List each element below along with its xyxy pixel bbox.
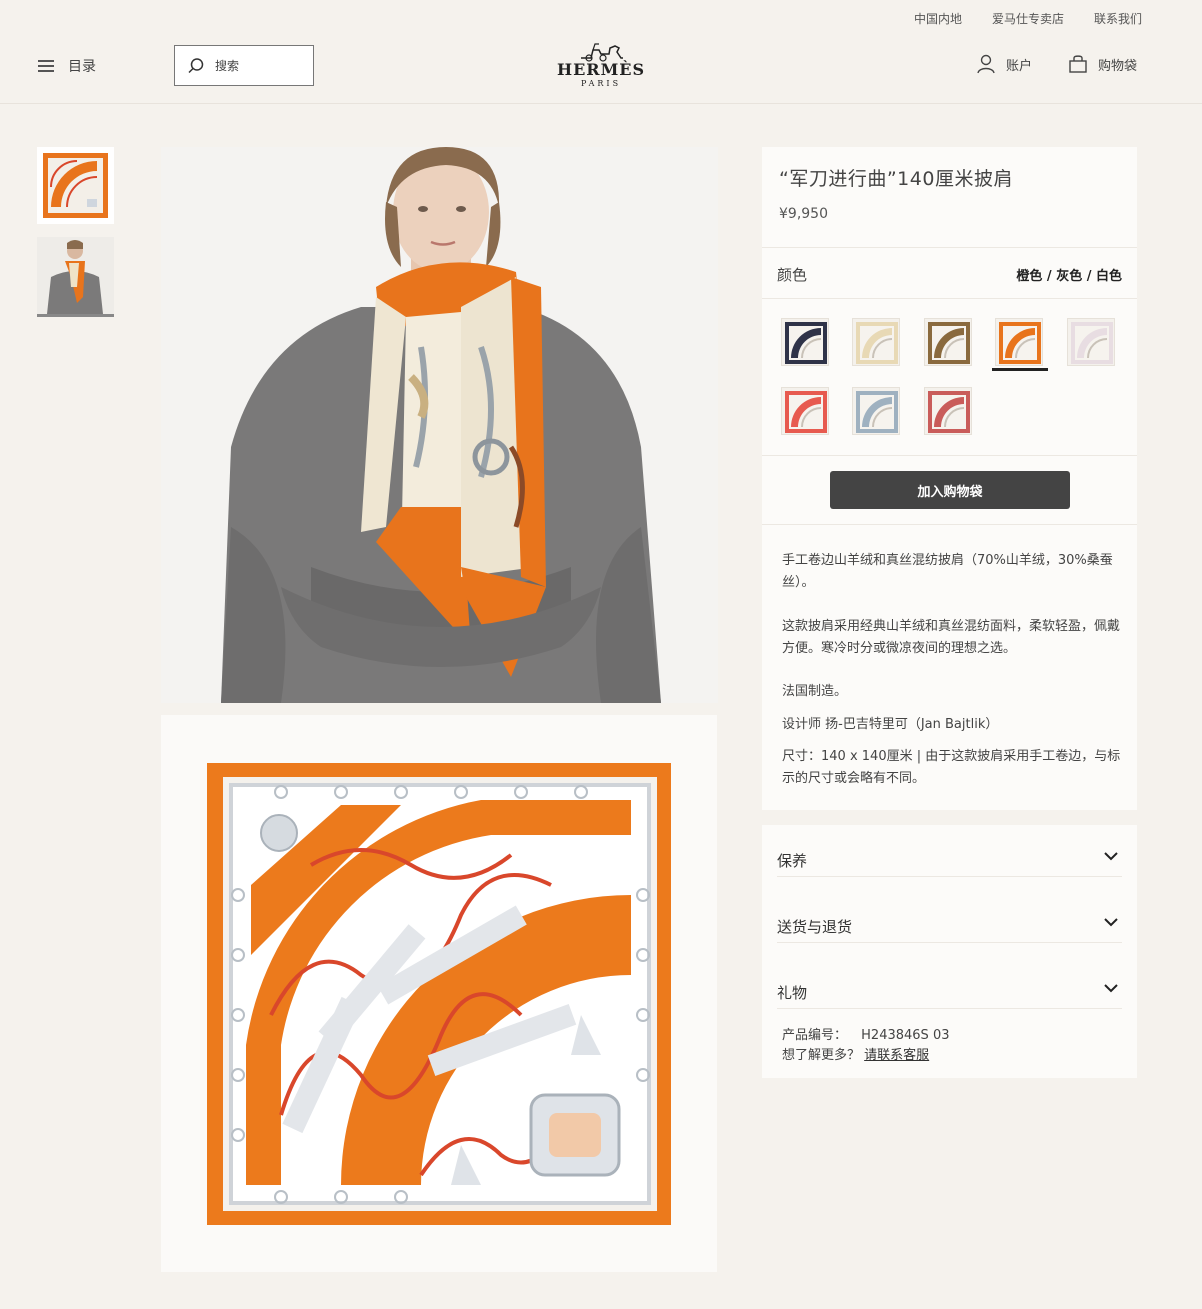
product-price: ¥9,950 [779, 206, 828, 222]
product-image-flat[interactable] [161, 715, 717, 1272]
account-button[interactable]: 账户 [976, 54, 1032, 74]
description-details: 这款披肩采用经典山羊绒和真丝混纺面料，柔软轻盈，佩戴方便。寒冷时分或微凉夜间的理… [782, 619, 1121, 656]
swatch-scarf-icon [856, 391, 898, 433]
accordion-shipping-label: 送货与退货 [777, 918, 853, 936]
color-swatch-blue-grey[interactable] [852, 387, 900, 435]
search-input[interactable] [215, 58, 305, 73]
chevron-down-icon [1104, 852, 1118, 861]
thumbnail-model[interactable] [37, 237, 114, 317]
selected-color-name: 橙色 / 灰色 / 白色 [1016, 269, 1122, 284]
logo-brand: HERMÈS [556, 60, 646, 79]
more-info-label: 想了解更多？ [782, 1048, 861, 1063]
swatch-scarf-icon [1071, 322, 1113, 364]
contact-link[interactable]: 联系我们 [1094, 10, 1142, 27]
description-designer: 设计师 扬-巴吉特里可（Jan Bajtlik） [782, 717, 999, 732]
reference-label: 产品编号： [782, 1028, 848, 1043]
swatch-scarf-icon [856, 322, 898, 364]
menu-label: 目录 [68, 59, 96, 75]
swatch-scarf-icon [785, 391, 827, 433]
description-origin: 法国制造。 [782, 684, 848, 699]
user-icon [977, 54, 995, 74]
chevron-down-icon [1104, 918, 1118, 927]
divider [762, 455, 1137, 456]
contact-line: 想了解更多？ 请联系客服 [782, 1044, 929, 1063]
region-link[interactable]: 中国内地 [914, 10, 962, 27]
reference-value: H243846S 03 [861, 1028, 950, 1043]
divider [762, 247, 1137, 248]
utility-bar: 中国内地 爱马仕专卖店 联系我们 [914, 10, 1142, 27]
divider [762, 298, 1137, 299]
description-size: 尺寸：140 x 140厘米 | 由于这款披肩采用手工卷边，与标示的尺寸或会略有… [782, 749, 1121, 786]
model-thumbnail-image [37, 237, 114, 314]
menu-button[interactable]: 目录 [38, 56, 96, 76]
stores-link[interactable]: 爱马仕专卖店 [992, 10, 1064, 27]
selected-swatch-indicator [992, 368, 1048, 371]
accordion-shipping[interactable]: 送货与退货 [777, 891, 1122, 943]
site-header: 目录 HERMÈS PARIS 账户 购物袋 [0, 28, 1202, 104]
flat-scarf-image [161, 715, 717, 1272]
color-swatch-rose-red[interactable] [924, 387, 972, 435]
scarf-thumbnail-image [43, 153, 108, 218]
product-title: “军刀进行曲”140厘米披肩 [779, 168, 1013, 190]
swatch-scarf-icon [928, 322, 970, 364]
product-reference: 产品编号： H243846S 03 [782, 1024, 949, 1043]
color-swatch-pale-grey-pink[interactable] [1067, 318, 1115, 366]
color-swatch-orange-grey-white[interactable] [995, 318, 1043, 366]
chevron-down-icon [1104, 984, 1118, 993]
accordion-care-label: 保养 [777, 852, 808, 870]
divider [762, 524, 1137, 525]
model-wearing-scarf-image [161, 147, 718, 703]
hermes-logo[interactable]: HERMÈS PARIS [555, 40, 647, 90]
account-label: 账户 [1006, 58, 1033, 74]
color-swatch-red-pink[interactable] [781, 387, 829, 435]
color-swatch-brown-gold[interactable] [924, 318, 972, 366]
product-image-model[interactable] [161, 147, 718, 703]
product-details-accordion: 保养 送货与退货 礼物 产品编号： H243846S 03 想了解更多？ 请联系… [762, 825, 1137, 1078]
contact-service-link[interactable]: 请联系客服 [864, 1048, 929, 1063]
accordion-care[interactable]: 保养 [777, 825, 1122, 877]
swatch-scarf-icon [999, 322, 1041, 364]
thumbnail-scarf[interactable] [37, 147, 114, 224]
logo-city: PARIS [580, 79, 622, 88]
swatch-scarf-icon [785, 322, 827, 364]
search-box[interactable] [174, 45, 314, 86]
color-swatch-beige[interactable] [852, 318, 900, 366]
search-icon [188, 57, 204, 73]
color-swatch-navy-brown[interactable] [781, 318, 829, 366]
carriage-logo-icon [581, 43, 623, 62]
accordion-gift[interactable]: 礼物 [777, 957, 1122, 1009]
accordion-gift-label: 礼物 [777, 984, 808, 1002]
bag-label: 购物袋 [1098, 58, 1138, 74]
color-label: 颜色 [777, 266, 808, 284]
hamburger-icon [38, 60, 54, 72]
add-to-bag-button[interactable]: 加入购物袋 [830, 471, 1070, 509]
product-info-panel: “军刀进行曲”140厘米披肩 ¥9,950 颜色 橙色 / 灰色 / 白色 加入… [762, 147, 1137, 810]
description-composition: 手工卷边山羊绒和真丝混纺披肩（70%山羊绒，30%桑蚕丝）。 [782, 553, 1113, 590]
swatch-scarf-icon [928, 391, 970, 433]
bag-button[interactable]: 购物袋 [1068, 54, 1137, 74]
shopping-bag-icon [1069, 55, 1087, 73]
